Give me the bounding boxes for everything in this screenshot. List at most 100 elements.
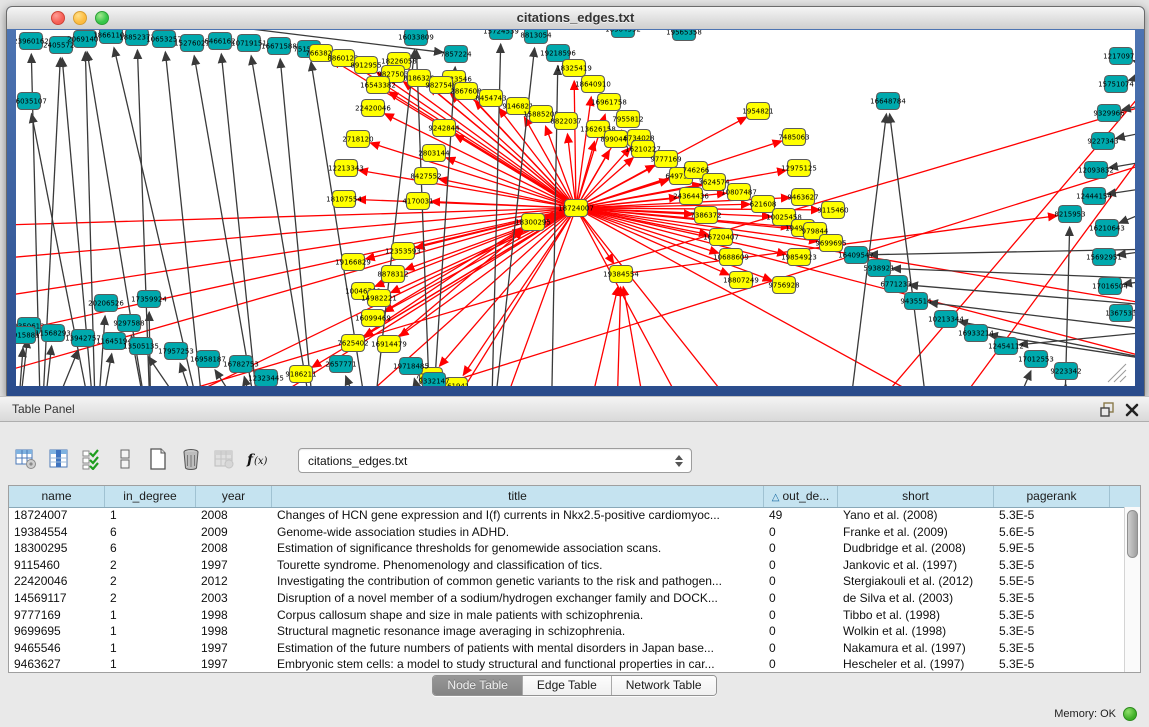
table-row[interactable]: 946362711997Embryonic stem cells: a mode… (9, 656, 1124, 672)
citation-edge[interactable] (892, 269, 1135, 279)
graph-node[interactable]: 8878312 (377, 266, 408, 283)
table-cell[interactable]: 9777169 (9, 607, 105, 624)
citation-edge[interactable] (1116, 129, 1135, 138)
table-cell[interactable]: 5.3E-5 (994, 623, 1110, 640)
table-cell[interactable]: Changes of HCN gene expression and I(f) … (272, 507, 764, 524)
table-cell[interactable]: 5.6E-5 (994, 524, 1110, 541)
table-row[interactable]: 946554611997Estimation of the future num… (9, 640, 1124, 657)
table-cell[interactable]: 2008 (196, 507, 272, 524)
column-header-year[interactable]: year (196, 486, 272, 507)
table-cell[interactable]: 0 (764, 656, 838, 672)
table-cell[interactable]: 0 (764, 557, 838, 574)
graph-node[interactable]: 8822037 (550, 113, 581, 130)
table-cell[interactable]: Nakamura et al. (1997) (838, 640, 994, 657)
table-cell[interactable]: 9463627 (9, 656, 105, 672)
graph-node[interactable]: 26035107 (16, 93, 47, 110)
table-cell[interactable]: 2 (105, 557, 196, 574)
table-cell[interactable]: Hescheler et al. (1997) (838, 656, 994, 672)
table-cell[interactable]: 1 (105, 507, 196, 524)
table-cell[interactable]: 0 (764, 607, 838, 624)
table-row[interactable]: 1456911722003Disruption of a novel membe… (9, 590, 1124, 607)
table-settings-button[interactable] (14, 447, 38, 471)
tab-edge-table[interactable]: Edge Table (523, 676, 612, 695)
combobox-stepper-icon[interactable] (671, 455, 691, 467)
graph-node[interactable]: 17012553 (1018, 351, 1054, 368)
table-cell[interactable]: 5.3E-5 (994, 640, 1110, 657)
graph-node[interactable]: 8813054 (520, 30, 552, 44)
column-header-title[interactable]: title (272, 486, 764, 507)
table-cell[interactable]: 2 (105, 573, 196, 590)
table-cell[interactable]: 5.3E-5 (994, 590, 1110, 607)
table-cell[interactable]: 9699695 (9, 623, 105, 640)
citation-edge[interactable] (576, 208, 1135, 358)
table-cell[interactable]: 2012 (196, 573, 272, 590)
column-header-in_degree[interactable]: in_degree (105, 486, 196, 507)
table-cell[interactable]: 5.5E-5 (994, 573, 1110, 590)
graph-node[interactable]: 7485063 (778, 129, 809, 146)
graph-node[interactable]: 4170031 (402, 193, 433, 210)
table-cell[interactable]: de Silva et al. (2003) (838, 590, 994, 607)
new-table-button[interactable] (146, 447, 170, 471)
citation-edge[interactable] (194, 56, 261, 386)
graph-node[interactable]: 15751074 (1098, 76, 1134, 93)
citation-edge[interactable] (616, 287, 621, 386)
graph-node[interactable]: 7386372 (690, 207, 721, 224)
graph-node[interactable]: 5938921 (863, 260, 894, 277)
citation-edge[interactable] (890, 114, 931, 386)
citation-edge[interactable] (96, 354, 112, 386)
table-cell[interactable]: 9465546 (9, 640, 105, 657)
table-cell[interactable]: 1998 (196, 607, 272, 624)
graph-node[interactable]: 16648784 (870, 93, 906, 110)
table-cell[interactable]: Corpus callosum shape and size in male p… (272, 607, 764, 624)
table-cell[interactable]: 1997 (196, 557, 272, 574)
graph-node[interactable]: 16210643 (1089, 220, 1125, 237)
citation-edge[interactable] (346, 376, 371, 386)
table-cell[interactable]: 5.9E-5 (994, 540, 1110, 557)
table-cell[interactable]: Franke et al. (2009) (838, 524, 994, 541)
table-cell[interactable]: 22420046 (9, 573, 105, 590)
table-cell[interactable]: 2003 (196, 590, 272, 607)
close-window-button[interactable] (51, 11, 65, 25)
graph-node[interactable]: 16961758 (591, 94, 627, 111)
graph-node[interactable]: 9115460 (817, 202, 848, 219)
table-cell[interactable]: Genome-wide association studies in ADHD. (272, 524, 764, 541)
tab-node-table[interactable]: Node Table (433, 676, 523, 695)
table-row[interactable]: 1938455462009Genome-wide association stu… (9, 524, 1124, 541)
table-cell[interactable]: 9115460 (9, 557, 105, 574)
citation-edge[interactable] (1119, 206, 1135, 223)
graph-node[interactable]: 9186211 (285, 366, 316, 383)
table-cell[interactable]: Wolkin et al. (1998) (838, 623, 994, 640)
network-window-titlebar[interactable]: citations_edges.txt (7, 7, 1144, 30)
citation-edge[interactable] (114, 48, 206, 386)
citation-edge[interactable] (1001, 371, 1031, 386)
table-cell[interactable]: Estimation of the future numbers of pati… (272, 640, 764, 657)
table-cell[interactable]: 2 (105, 590, 196, 607)
table-cell[interactable]: 19384554 (9, 524, 105, 541)
table-cell[interactable]: 0 (764, 573, 838, 590)
table-cell[interactable]: 5.3E-5 (994, 557, 1110, 574)
graph-node[interactable]: 6771233 (880, 276, 911, 293)
table-cell[interactable]: Embryonic stem cells: a model to study s… (272, 656, 764, 672)
resize-grip-icon[interactable] (1108, 364, 1126, 382)
table-cell[interactable]: 2008 (196, 540, 272, 557)
citation-edge[interactable] (581, 287, 618, 386)
table-cell[interactable]: 6 (105, 524, 196, 541)
validate-columns-button[interactable] (80, 447, 104, 471)
row-mode-button[interactable] (113, 447, 137, 471)
graph-node[interactable]: 621608 (750, 196, 777, 213)
citation-edge[interactable] (41, 346, 52, 386)
table-cell[interactable]: Stergiakouli et al. (2012) (838, 573, 994, 590)
graph-node[interactable]: 9777169 (650, 151, 681, 168)
graph-node[interactable]: 17957253 (158, 343, 194, 360)
graph-node[interactable]: 9329966 (1093, 105, 1125, 122)
table-cell[interactable]: 1998 (196, 623, 272, 640)
table-cell[interactable]: 1997 (196, 656, 272, 672)
table-row[interactable]: 1872400712008Changes of HCN gene express… (9, 507, 1124, 524)
graph-node[interactable]: 2657771 (325, 356, 356, 373)
graph-node[interactable]: 12170975 (1103, 48, 1135, 65)
graph-node[interactable]: 15692951 (1086, 249, 1122, 266)
citation-edge[interactable] (96, 316, 105, 386)
citation-edge[interactable] (1133, 61, 1135, 71)
table-cell[interactable]: Structural magnetic resonance image aver… (272, 623, 764, 640)
table-row[interactable]: 969969511998Structural magnetic resonanc… (9, 623, 1124, 640)
